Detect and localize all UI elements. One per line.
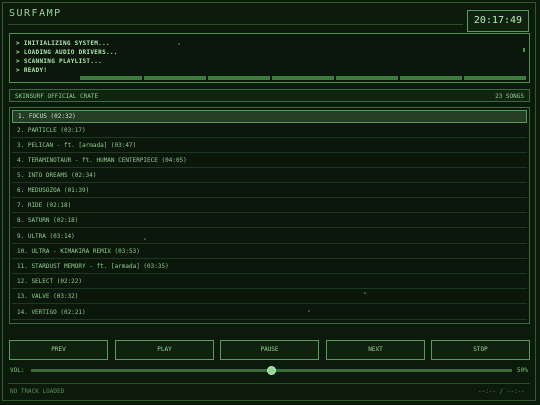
boot-console: > INITIALIZING SYSTEM... > LOADING AUDIO…: [9, 33, 530, 83]
track-row-5[interactable]: 5. INTO DREAMS (02:34): [12, 170, 527, 183]
console-line: > LOADING AUDIO DRIVERS...: [16, 49, 118, 56]
screen-speck: [308, 310, 310, 312]
screen-speck: [178, 43, 180, 45]
track-row-9[interactable]: 9. ULTRA (03:14): [12, 231, 527, 244]
console-line: > INITIALIZING SYSTEM...: [16, 40, 110, 47]
status-text: NO TRACK LOADED: [10, 388, 65, 395]
track-row-4[interactable]: 4. TERAMINOTAUR - ft. HUMAN CENTERPIECE …: [12, 155, 527, 168]
track-row-2[interactable]: 2. PARTICLE (03:17): [12, 125, 527, 138]
prev-button[interactable]: PREV: [9, 340, 108, 360]
track-row-14[interactable]: 14. VERTIGO (02:21): [12, 307, 527, 320]
console-line: > SCANNING PLAYLIST...: [16, 58, 103, 65]
track-row-13[interactable]: 13. VALVE (03:32): [12, 291, 527, 304]
pause-button[interactable]: PAUSE: [220, 340, 319, 360]
clock-display: 20:17:49: [467, 10, 529, 32]
track-row-11[interactable]: 11. STARDUST MEMORY - ft. [armada] (03:3…: [12, 261, 527, 274]
track-row-12[interactable]: 12. SELECT (02:22): [12, 276, 527, 289]
screen-speck: [144, 238, 146, 240]
track-row-10[interactable]: 10. ULTRA - KIMAKIRA REMIX (03:53): [12, 246, 527, 259]
progress-segment: [208, 76, 270, 80]
next-button[interactable]: NEXT: [326, 340, 425, 360]
stop-button[interactable]: STOP: [431, 340, 530, 360]
track-row-7[interactable]: 7. RIDE (02:18): [12, 200, 527, 213]
crate-name: SKINSURF OFFICIAL CRATE: [15, 93, 99, 100]
track-row-1[interactable]: 1. FOCUS (02:32): [12, 110, 527, 123]
time-display: --:-- / --:--: [478, 388, 525, 395]
song-count: 23 SONGS: [495, 93, 524, 100]
screen-speck: [364, 292, 366, 294]
progress-segment: [80, 76, 142, 80]
track-row-6[interactable]: 6. MEDUSOZOA (01:39): [12, 185, 527, 198]
track-row-8[interactable]: 8. SATURN (02:18): [12, 215, 527, 228]
progress-segment: [272, 76, 334, 80]
playlist[interactable]: 1. FOCUS (02:32) 2. PARTICLE (03:17) 3. …: [9, 107, 530, 324]
console-line: > READY!: [16, 67, 48, 74]
app-title: SURFAMP: [9, 8, 62, 19]
progress-segment: [336, 76, 398, 80]
crate-header: SKINSURF OFFICIAL CRATE 23 SONGS: [9, 89, 530, 102]
play-button[interactable]: PLAY: [115, 340, 214, 360]
track-row-3[interactable]: 3. PELICAN - ft. [armada] (03:47): [12, 140, 527, 153]
console-cursor: [523, 48, 525, 52]
status-divider: [8, 383, 530, 384]
title-divider: [8, 24, 463, 25]
volume-slider-handle[interactable]: [267, 366, 276, 375]
progress-segment: [400, 76, 462, 80]
volume-label: VOL:: [10, 367, 25, 374]
volume-percent: 50%: [517, 367, 528, 374]
progress-segment: [464, 76, 526, 80]
progress-segment: [144, 76, 206, 80]
